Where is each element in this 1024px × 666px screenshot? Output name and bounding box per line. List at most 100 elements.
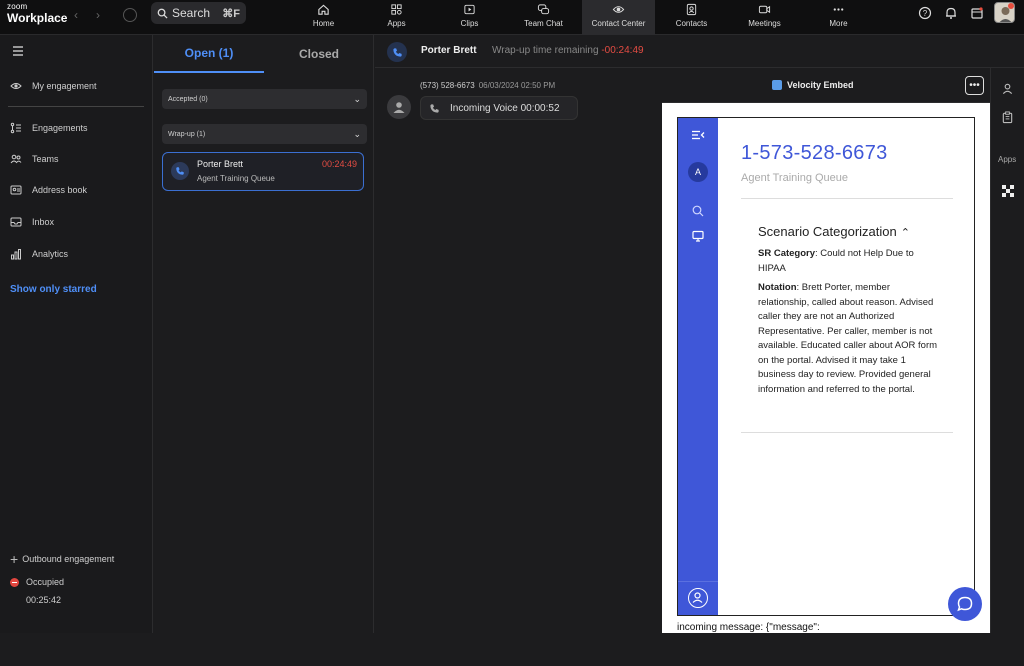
- profile-icon[interactable]: [1001, 82, 1014, 95]
- notification-dot: [1008, 3, 1014, 9]
- tab-team-chat[interactable]: Team Chat: [507, 0, 580, 35]
- top-bar: zoom Workplace ‹ › Search ⌘F Home Apps C…: [0, 0, 1024, 35]
- apps-label: Apps: [998, 155, 1017, 164]
- sidebar-item-my-engagement[interactable]: My engagement: [10, 80, 97, 92]
- embed-more-button[interactable]: •••: [965, 76, 984, 95]
- bell-icon[interactable]: [944, 6, 958, 20]
- chevron-down-icon: ⌄: [353, 128, 361, 139]
- app-logo: zoom Workplace: [7, 2, 68, 25]
- engagement-contact-name: Porter Brett: [197, 159, 244, 169]
- teams-icon: [10, 154, 22, 164]
- chat-button[interactable]: [948, 587, 982, 621]
- show-only-starred-link[interactable]: Show only starred: [10, 284, 97, 295]
- rail-avatar[interactable]: A: [688, 162, 708, 182]
- phone-icon: [387, 42, 407, 62]
- chevron-up-icon: ⌃: [900, 227, 910, 239]
- notation-field: Notation: Brett Porter, member relations…: [758, 282, 938, 395]
- status-timer: 00:25:42: [26, 595, 62, 605]
- message-meta: (573) 528-6673 06/03/2024 02:50 PM: [420, 81, 556, 90]
- divider: [741, 432, 953, 433]
- engagement-queue: Agent Training Queue: [197, 174, 275, 183]
- sidebar-item-teams[interactable]: Teams: [10, 153, 59, 165]
- scenario-categorization-header[interactable]: Scenario Categorization ⌃: [758, 224, 910, 239]
- search-label: Search: [172, 6, 211, 20]
- search-icon[interactable]: [691, 204, 705, 218]
- calendar-icon[interactable]: [970, 6, 984, 20]
- analytics-icon: [11, 249, 21, 260]
- chat-icon: [537, 4, 550, 15]
- incoming-message-log: incoming message: {"message":: [677, 622, 990, 633]
- inbox-icon: [10, 217, 22, 227]
- embed-body: A 1-573-528-6673 Agent Training Queue Sc…: [662, 103, 990, 633]
- tab-closed[interactable]: Closed: [264, 35, 374, 73]
- clips-icon: [464, 4, 475, 15]
- tab-apps[interactable]: Apps: [360, 0, 433, 35]
- tab-more[interactable]: More: [802, 0, 875, 35]
- phone-icon: [171, 162, 189, 180]
- svg-text:?: ?: [923, 9, 928, 18]
- collapse-menu-icon[interactable]: [691, 128, 705, 142]
- caller-queue: Agent Training Queue: [741, 172, 849, 184]
- back-arrow-icon[interactable]: ‹: [74, 8, 78, 22]
- right-apps-strip: Apps: [990, 68, 1024, 633]
- contacts-icon: [686, 3, 697, 16]
- contact-center-icon: [612, 6, 625, 13]
- conversation-contact-name: Porter Brett: [421, 45, 477, 56]
- engagement-list-pane: Open (1) Closed Accepted (0) ⌄ Wrap-up (…: [154, 35, 374, 633]
- list-icon: [10, 122, 21, 134]
- help-icon[interactable]: ?: [918, 6, 932, 20]
- tab-contacts[interactable]: Contacts: [655, 0, 728, 35]
- group-accepted[interactable]: Accepted (0) ⌄: [162, 89, 367, 109]
- wrapup-timer: -00:24:49: [601, 45, 644, 56]
- forward-arrow-icon[interactable]: ›: [96, 8, 100, 22]
- tab-home[interactable]: Home: [287, 0, 360, 35]
- search-icon: [157, 8, 168, 19]
- conversation-pane: [375, 68, 662, 666]
- velocity-rail: A: [678, 118, 718, 615]
- sidebar-item-analytics[interactable]: Analytics: [10, 248, 68, 260]
- plus-icon: +: [10, 551, 19, 567]
- rail-profile[interactable]: [678, 581, 718, 615]
- velocity-app-icon: [772, 80, 782, 90]
- tab-meetings[interactable]: Meetings: [728, 0, 801, 35]
- sr-category-field: SR Category: Could not Help Due to HIPAA: [758, 248, 914, 274]
- left-sidebar: My engagement Engagements Teams Address …: [0, 35, 153, 633]
- chevron-down-icon: ⌄: [353, 93, 361, 104]
- caller-phone-number: 1-573-528-6673: [741, 142, 888, 164]
- engagement-timer: 00:24:49: [321, 159, 357, 169]
- call-record-bubble[interactable]: Incoming Voice 00:00:52: [420, 96, 578, 120]
- apps-icon: [391, 4, 402, 15]
- sidebar-item-address-book[interactable]: Address book: [10, 184, 87, 196]
- sidebar-divider: [8, 106, 144, 107]
- user-avatar[interactable]: [994, 2, 1015, 23]
- conversation-header: Porter Brett Wrap-up time remaining -00:…: [375, 35, 1024, 68]
- wrapup-timer-label: Wrap-up time remaining -00:24:49: [492, 45, 644, 56]
- tab-open[interactable]: Open (1): [154, 35, 264, 73]
- sidebar-item-engagements[interactable]: Engagements: [10, 122, 88, 134]
- occupied-status-icon: [10, 577, 19, 587]
- address-book-icon: [10, 185, 22, 195]
- checkered-app-icon[interactable]: [1002, 185, 1014, 197]
- engagement-card[interactable]: Porter Brett 00:24:49 Agent Training Que…: [162, 152, 364, 191]
- embed-title: Velocity Embed: [772, 80, 854, 90]
- incoming-call-icon: [430, 103, 439, 113]
- outbound-engagement-button[interactable]: + Outbound engagement: [10, 551, 114, 567]
- tab-contact-center[interactable]: Contact Center: [582, 0, 655, 35]
- screen-icon[interactable]: [691, 229, 705, 243]
- divider: [741, 198, 953, 199]
- tab-clips[interactable]: Clips: [433, 0, 506, 35]
- history-icon[interactable]: [123, 8, 137, 22]
- agent-status[interactable]: Occupied: [10, 577, 64, 587]
- search-shortcut: ⌘F: [222, 7, 240, 20]
- home-icon: [318, 4, 329, 15]
- menu-icon[interactable]: [12, 45, 24, 57]
- search-button[interactable]: Search ⌘F: [151, 2, 246, 24]
- embed-header: Velocity Embed •••: [662, 68, 990, 103]
- profile-icon: [688, 588, 708, 608]
- meetings-icon: [758, 5, 771, 14]
- clipboard-icon[interactable]: [1001, 111, 1014, 124]
- group-wrapup[interactable]: Wrap-up (1) ⌄: [162, 124, 367, 144]
- chat-bubble-icon: [957, 596, 973, 612]
- sidebar-item-inbox[interactable]: Inbox: [10, 216, 54, 228]
- more-icon: [833, 8, 844, 11]
